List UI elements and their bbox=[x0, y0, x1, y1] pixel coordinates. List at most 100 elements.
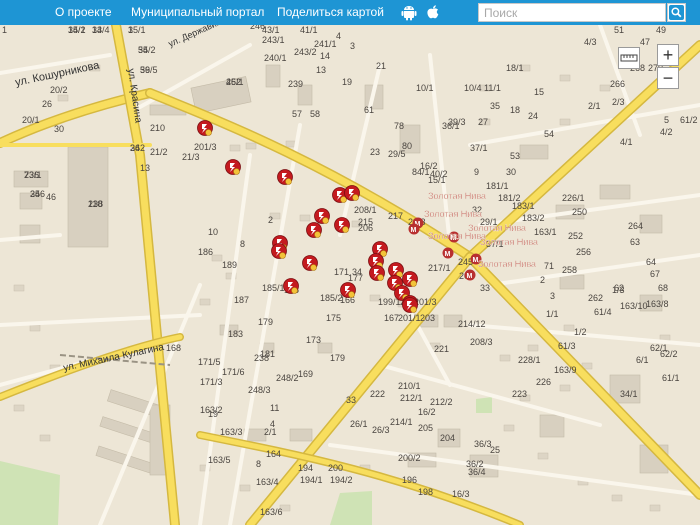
house-number-label: 34/1 bbox=[620, 389, 638, 399]
house-number-label: 262 bbox=[588, 293, 603, 303]
search-input[interactable] bbox=[478, 3, 666, 22]
house-number-label: 39/3 bbox=[448, 117, 466, 127]
shop-marker[interactable] bbox=[369, 265, 385, 281]
house-number-label: 239 bbox=[288, 79, 303, 89]
house-number-label: 194/1 bbox=[300, 475, 323, 485]
zoom-out-button[interactable]: − bbox=[657, 67, 679, 89]
house-number-label: 203 bbox=[420, 313, 435, 323]
shop-marker[interactable] bbox=[197, 120, 213, 136]
house-number-label: 73/1 bbox=[24, 170, 42, 180]
house-number-label: 171/5 bbox=[198, 357, 221, 367]
house-number-label: 36/4 bbox=[468, 467, 486, 477]
house-number-label: 4 bbox=[336, 31, 341, 41]
house-number-label: 1 bbox=[2, 25, 7, 35]
shop-marker[interactable] bbox=[402, 297, 418, 313]
house-number-label: 21 bbox=[376, 61, 386, 71]
house-number-label: 5 bbox=[664, 115, 669, 125]
house-number-label: 214/12 bbox=[458, 319, 486, 329]
house-number-label: 179 bbox=[330, 353, 345, 363]
scale-control-button[interactable] bbox=[618, 47, 640, 69]
poi-label[interactable]: Золотая Нива bbox=[424, 209, 482, 219]
house-number-label: 210/1 bbox=[398, 381, 421, 391]
house-number-label: 34 bbox=[352, 267, 362, 277]
house-number-label: 35 bbox=[30, 189, 40, 199]
city-map[interactable]: ул. Кошурникова ул. Красина ул. Михаила … bbox=[0, 25, 700, 525]
house-number-label: 13 bbox=[316, 65, 326, 75]
shop-marker[interactable] bbox=[402, 271, 418, 287]
house-number-label: 163/1 bbox=[534, 227, 557, 237]
house-number-label: 10 bbox=[208, 227, 218, 237]
poi-label[interactable]: Золотая Нива bbox=[428, 231, 486, 241]
house-number-label: 226/1 bbox=[562, 193, 585, 203]
house-number-label: 30 bbox=[54, 124, 64, 134]
house-number-label: 200 bbox=[328, 463, 343, 473]
shop-marker[interactable] bbox=[271, 243, 287, 259]
shop-marker[interactable] bbox=[334, 217, 350, 233]
nav-about-link[interactable]: О проекте bbox=[55, 0, 112, 25]
zoom-in-button[interactable]: + bbox=[657, 44, 679, 66]
house-number-label: 226 bbox=[536, 377, 551, 387]
shop-marker[interactable] bbox=[340, 282, 356, 298]
house-number-label: 19 bbox=[208, 409, 218, 419]
shop-marker[interactable] bbox=[283, 278, 299, 294]
house-number-label: 54 bbox=[544, 129, 554, 139]
house-number-label: 58 bbox=[310, 109, 320, 119]
poi-label[interactable]: Золотая Нива bbox=[478, 259, 536, 269]
house-number-label: 1/1 bbox=[546, 309, 559, 319]
house-number-label: 84/1 bbox=[412, 167, 430, 177]
house-number-label: 8 bbox=[256, 459, 261, 469]
poi-marker-letter: M bbox=[467, 273, 473, 280]
house-number-label: 179 bbox=[258, 317, 273, 327]
shop-marker[interactable] bbox=[302, 255, 318, 271]
house-number-label: 26/3 bbox=[372, 425, 390, 435]
house-number-label: 163/6 bbox=[260, 507, 283, 517]
house-number-label: 217 bbox=[388, 211, 403, 221]
house-number-label: 2/1 bbox=[588, 101, 601, 111]
house-number-label: 186 bbox=[198, 247, 213, 257]
house-number-label: 256 bbox=[576, 247, 591, 257]
house-number-label: 61/4 bbox=[594, 307, 612, 317]
house-number-label: 223 bbox=[512, 389, 527, 399]
house-number-label: 4 bbox=[270, 419, 275, 429]
house-number-label: 241/1 bbox=[314, 39, 337, 49]
house-number-label: 258 bbox=[562, 265, 577, 275]
poi-label[interactable]: Золотая Нива bbox=[480, 237, 538, 247]
house-number-label: 201/1 bbox=[398, 313, 421, 323]
house-number-label: 36/5 bbox=[140, 65, 158, 75]
shop-marker[interactable] bbox=[277, 169, 293, 185]
shop-marker[interactable] bbox=[306, 222, 322, 238]
house-number-label: 2 bbox=[268, 215, 273, 225]
house-number-label: 46/1 bbox=[226, 77, 244, 87]
poi-marker-letter: M bbox=[411, 227, 417, 234]
house-number-label: 4/3 bbox=[584, 37, 597, 47]
house-number-label: 163/3 bbox=[220, 427, 243, 437]
shop-marker[interactable] bbox=[344, 185, 360, 201]
ruler-icon bbox=[620, 54, 638, 62]
house-number-label: 6/1 bbox=[636, 355, 649, 365]
house-number-label: 204 bbox=[440, 433, 455, 443]
house-number-label: 62/2 bbox=[660, 349, 678, 359]
house-number-label: 210 bbox=[150, 123, 165, 133]
search-button[interactable] bbox=[667, 3, 686, 22]
house-number-label: 183/1 bbox=[512, 201, 535, 211]
house-number-label: 23 bbox=[370, 147, 380, 157]
minus-icon: − bbox=[662, 68, 674, 88]
shop-marker[interactable] bbox=[314, 208, 330, 224]
shop-marker[interactable] bbox=[225, 159, 241, 175]
house-number-label: 183/2 bbox=[522, 213, 545, 223]
house-number-label: 21/2 bbox=[150, 147, 168, 157]
android-icon[interactable] bbox=[401, 4, 417, 21]
house-number-label: 206 bbox=[358, 223, 373, 233]
house-number-label: 238 bbox=[254, 353, 269, 363]
house-number-label: 47 bbox=[640, 37, 650, 47]
house-number-label: 2/3 bbox=[612, 97, 625, 107]
nav-share-link[interactable]: Поделиться картой bbox=[277, 0, 384, 25]
house-number-label: 3 bbox=[350, 41, 355, 51]
nav-portal-link[interactable]: Муниципальный портал bbox=[131, 0, 264, 25]
house-number-label: 46 bbox=[46, 192, 56, 202]
poi-marker-letter: M bbox=[445, 251, 451, 258]
apple-icon[interactable] bbox=[425, 4, 441, 21]
house-number-label: 34/2 bbox=[68, 25, 86, 35]
poi-label[interactable]: Золотая Нива bbox=[428, 191, 486, 201]
map-canvas[interactable]: ул. Кошурникова ул. Красина ул. Михаила … bbox=[0, 25, 700, 525]
